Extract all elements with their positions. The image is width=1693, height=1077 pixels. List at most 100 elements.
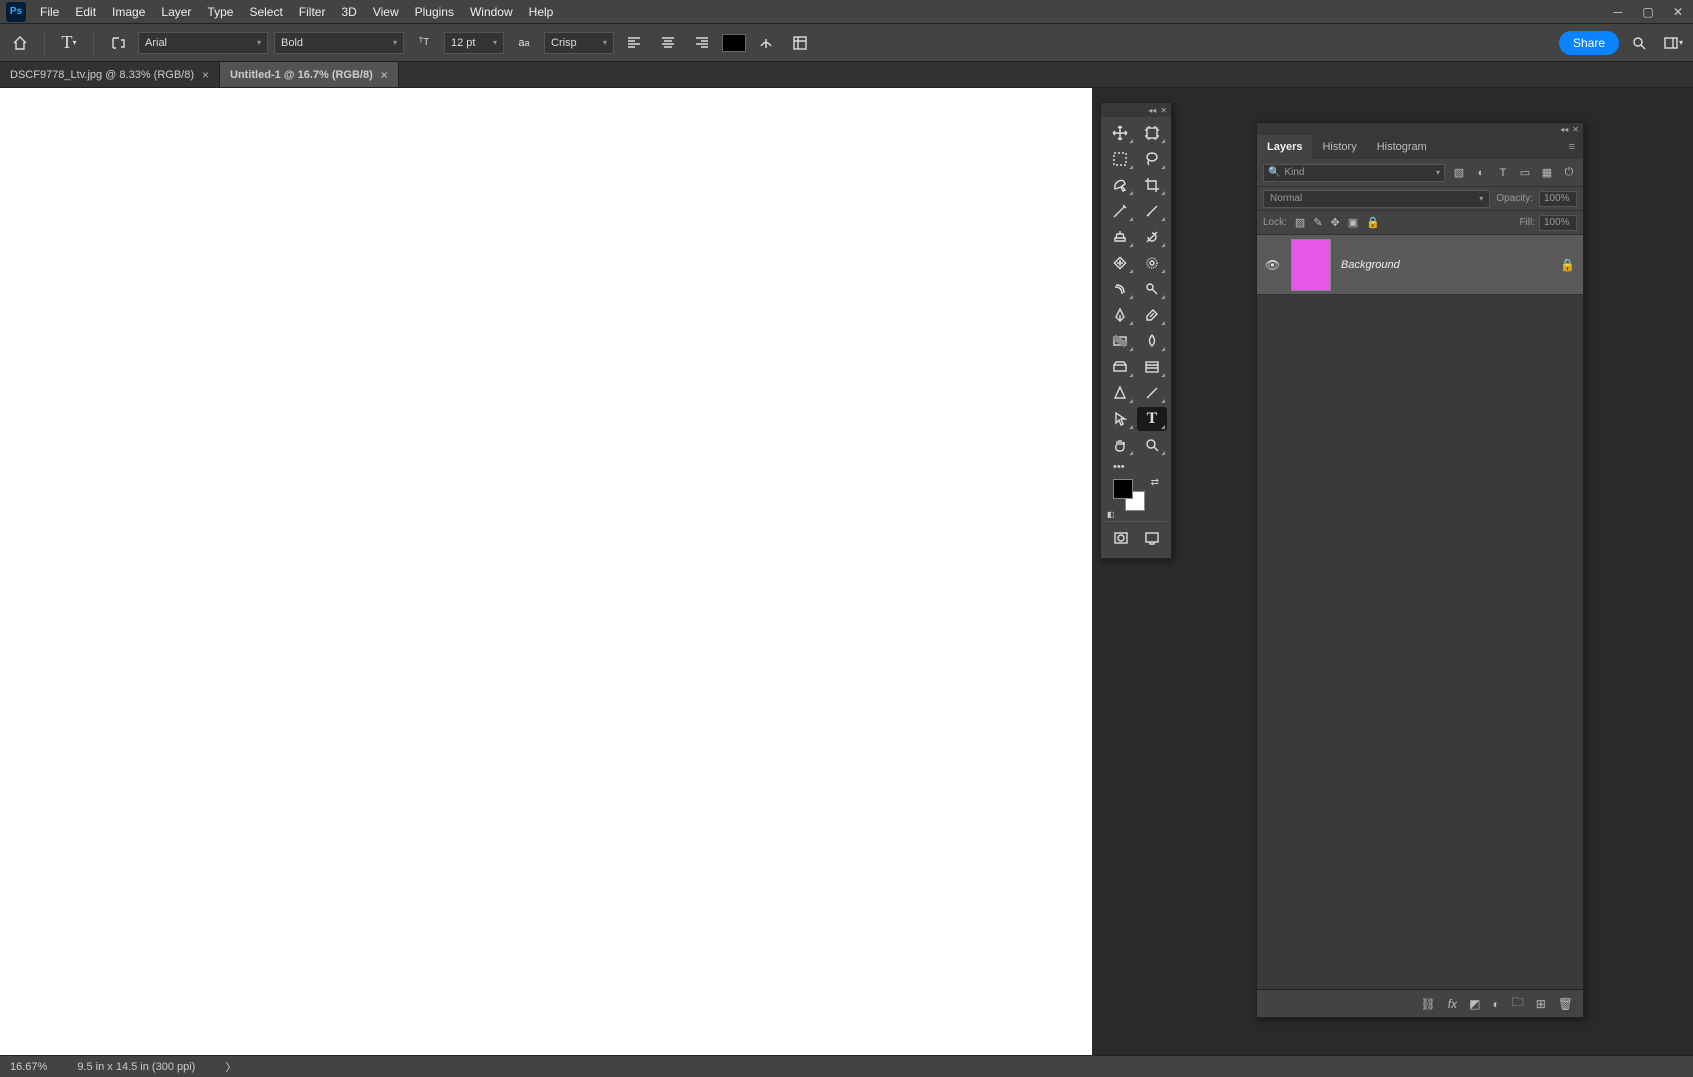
eraser-tool[interactable] [1137, 303, 1167, 327]
close-icon[interactable]: ✕ [1572, 125, 1579, 134]
filter-smart-icon[interactable]: ▦ [1539, 165, 1555, 181]
menu-window[interactable]: Window [462, 1, 521, 23]
paint-bucket-tool[interactable] [1105, 355, 1135, 379]
group-icon[interactable]: 🗀 [1512, 993, 1524, 1014]
healing-brush-tool[interactable] [1105, 251, 1135, 275]
eyedropper-tool[interactable] [1105, 199, 1135, 223]
zoom-level[interactable]: 16.67% [10, 1061, 47, 1073]
filter-shape-icon[interactable]: ▭ [1517, 165, 1533, 181]
marquee-tool[interactable] [1105, 147, 1135, 171]
layer-lock-icon[interactable]: 🔒 [1560, 258, 1575, 272]
menu-filter[interactable]: Filter [291, 1, 334, 23]
blend-mode-select[interactable]: Normal▾ [1263, 190, 1490, 208]
tool-preset-icon[interactable]: T▾ [55, 29, 83, 57]
visibility-toggle-icon[interactable]: 👁 [1265, 258, 1281, 272]
workspace-switcher[interactable]: ▾ [1659, 29, 1687, 57]
swap-colors-icon[interactable]: ⇄ [1151, 477, 1159, 488]
close-icon[interactable]: ✕ [1160, 106, 1167, 115]
menu-help[interactable]: Help [521, 1, 562, 23]
tab-histogram[interactable]: Histogram [1367, 135, 1437, 159]
opacity-input[interactable]: 100% [1539, 191, 1577, 207]
font-style-select[interactable]: Bold▾ [274, 32, 404, 54]
close-button[interactable]: ✕ [1663, 0, 1693, 24]
menu-3d[interactable]: 3D [333, 1, 364, 23]
shape-tool[interactable] [1105, 381, 1135, 405]
brush-tool[interactable] [1137, 199, 1167, 223]
lasso-tool[interactable] [1137, 147, 1167, 171]
blur-tool[interactable] [1137, 329, 1167, 353]
tab-close-icon[interactable]: × [202, 68, 209, 82]
text-color-swatch[interactable] [722, 34, 746, 52]
menu-view[interactable]: View [365, 1, 407, 23]
search-button[interactable] [1625, 29, 1653, 57]
clone-stamp-tool[interactable] [1105, 225, 1135, 249]
filter-kind-select[interactable]: 🔍Kind▾ [1263, 164, 1445, 182]
menu-image[interactable]: Image [104, 1, 153, 23]
document-tab[interactable]: DSCF9778_Ltv.jpg @ 8.33% (RGB/8)× [0, 62, 220, 87]
menu-edit[interactable]: Edit [67, 1, 104, 23]
default-colors-icon[interactable]: ◧ [1107, 510, 1115, 519]
tools-panel[interactable]: ◂◂✕ T •• [1100, 102, 1172, 559]
zoom-tool[interactable] [1137, 433, 1167, 457]
menu-type[interactable]: Type [199, 1, 241, 23]
fx-icon[interactable]: fx [1448, 997, 1457, 1011]
dodge-tool[interactable] [1137, 277, 1167, 301]
layer-row[interactable]: 👁 Background 🔒 [1257, 235, 1583, 295]
new-layer-icon[interactable]: ⊞ [1536, 997, 1546, 1011]
hand-tool[interactable] [1105, 433, 1135, 457]
lock-all-icon[interactable]: 🔒 [1366, 216, 1380, 229]
minimize-button[interactable]: ─ [1603, 0, 1633, 24]
link-layers-icon[interactable]: ⛓ [1421, 997, 1436, 1011]
filter-toggle[interactable]: ⏻ [1561, 165, 1577, 181]
collapse-icon[interactable]: ◂◂ [1560, 125, 1568, 134]
pattern-stamp-tool[interactable] [1137, 251, 1167, 275]
document-tab[interactable]: Untitled-1 @ 16.7% (RGB/8)× [220, 62, 399, 87]
filter-type-icon[interactable]: T [1495, 165, 1511, 181]
menu-select[interactable]: Select [241, 1, 290, 23]
layers-panel[interactable]: ◂◂✕ Layers History Histogram ≡ 🔍Kind▾ ▧ … [1256, 122, 1584, 1018]
home-button[interactable] [6, 29, 34, 57]
align-left-button[interactable] [620, 29, 648, 57]
more-tools[interactable]: ••• [1105, 459, 1167, 475]
pen-tool[interactable] [1105, 303, 1135, 327]
lock-position-icon[interactable]: ✥ [1331, 216, 1340, 229]
tab-history[interactable]: History [1312, 135, 1366, 159]
align-center-button[interactable] [654, 29, 682, 57]
artboard-tool[interactable] [1137, 121, 1167, 145]
color-swatches[interactable]: ⇄ ◧ [1105, 477, 1167, 519]
screen-mode-button[interactable] [1137, 526, 1167, 550]
lock-transparent-icon[interactable]: ▨ [1295, 216, 1305, 229]
mask-icon[interactable]: ◩ [1469, 997, 1480, 1011]
menu-layer[interactable]: Layer [153, 1, 199, 23]
content-aware-tool[interactable] [1137, 355, 1167, 379]
font-family-select[interactable]: Arial▾ [138, 32, 268, 54]
character-panel-button[interactable] [786, 29, 814, 57]
toggle-orientation-icon[interactable] [104, 29, 132, 57]
lock-artboard-icon[interactable]: ▣ [1348, 216, 1358, 229]
gradient-tool[interactable] [1105, 329, 1135, 353]
filter-adjust-icon[interactable]: ◐ [1473, 165, 1489, 181]
warp-text-button[interactable] [752, 29, 780, 57]
tab-layers[interactable]: Layers [1257, 135, 1312, 159]
align-right-button[interactable] [688, 29, 716, 57]
panel-menu-icon[interactable]: ≡ [1561, 135, 1583, 159]
antialias-select[interactable]: Crisp▾ [544, 32, 614, 54]
move-tool[interactable] [1105, 121, 1135, 145]
collapse-icon[interactable]: ◂◂ [1148, 106, 1156, 115]
history-brush-tool[interactable] [1137, 225, 1167, 249]
delete-layer-icon[interactable]: 🗑 [1558, 997, 1573, 1011]
canvas[interactable] [0, 88, 1092, 1055]
type-tool[interactable]: T [1137, 407, 1167, 431]
selection-tool[interactable] [1105, 173, 1135, 197]
filter-pixel-icon[interactable]: ▧ [1451, 165, 1467, 181]
layer-name[interactable]: Background [1341, 259, 1400, 271]
menu-file[interactable]: File [32, 1, 67, 23]
status-expand-icon[interactable]: 〉 [225, 1059, 236, 1075]
foreground-color[interactable] [1113, 479, 1133, 499]
menu-plugins[interactable]: Plugins [407, 1, 462, 23]
font-size-select[interactable]: 12 pt▾ [444, 32, 504, 54]
tab-close-icon[interactable]: × [381, 68, 388, 82]
adjustment-icon[interactable]: ◐ [1492, 997, 1499, 1011]
panel-header[interactable]: ◂◂ ✕ [1101, 103, 1171, 117]
line-tool[interactable] [1137, 381, 1167, 405]
